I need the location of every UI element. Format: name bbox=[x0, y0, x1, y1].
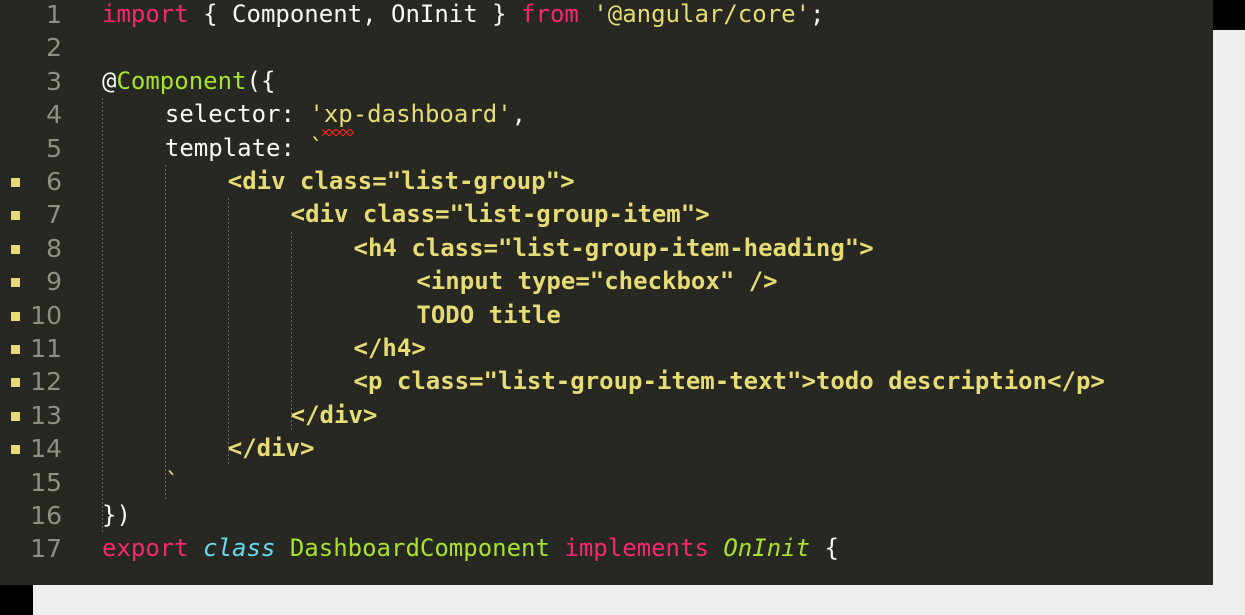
indent-guide bbox=[227, 198, 229, 466]
window-bottom-strip bbox=[0, 585, 1245, 615]
code-token: ` bbox=[309, 133, 324, 162]
code-token: import bbox=[102, 0, 189, 28]
code-token: ` bbox=[164, 467, 180, 496]
code-token: TODO title bbox=[416, 300, 561, 329]
code-token: </div> bbox=[290, 400, 378, 429]
code-token: Component bbox=[116, 66, 247, 95]
code-line[interactable]: }) bbox=[102, 499, 131, 532]
code-token: ; bbox=[810, 0, 825, 28]
code-token: class bbox=[203, 534, 276, 563]
code-line[interactable]: <div class="list-group-item"> bbox=[291, 198, 710, 231]
code-token: , bbox=[511, 100, 527, 129]
code-token: { Component, OnInit } bbox=[203, 0, 522, 28]
code-token: '@angular/core' bbox=[593, 0, 811, 28]
code-token: </h4> bbox=[353, 334, 426, 362]
code-token: selector: bbox=[164, 100, 310, 129]
scrollbar-top-marker[interactable] bbox=[1213, 0, 1245, 30]
code-line[interactable]: <p class="list-group-item-text">todo des… bbox=[354, 365, 1105, 398]
code-token: DashboardComponent bbox=[289, 534, 550, 563]
code-token: <p class="list-group-item-text">todo des… bbox=[353, 367, 1105, 396]
code-token: from bbox=[521, 0, 579, 28]
code-line[interactable]: template: ` bbox=[165, 132, 324, 165]
status-bar-left-block bbox=[0, 585, 33, 615]
code-token: ({ bbox=[246, 66, 276, 95]
code-token: template: bbox=[164, 133, 310, 162]
indent-guide bbox=[164, 165, 166, 499]
code-line[interactable]: export class DashboardComponent implemen… bbox=[102, 532, 839, 565]
code-line[interactable]: import { Component, OnInit } from '@angu… bbox=[102, 0, 825, 31]
code-token: </div> bbox=[227, 434, 315, 463]
code-token: @ bbox=[102, 66, 117, 95]
code-token: }) bbox=[102, 501, 131, 529]
code-line[interactable]: </div> bbox=[228, 432, 315, 465]
code-token: implements bbox=[564, 534, 709, 563]
code-line[interactable]: ` bbox=[165, 466, 179, 499]
code-line[interactable]: selector: 'xp-dashboard', bbox=[165, 98, 526, 131]
code-line[interactable]: @Component({ bbox=[102, 65, 275, 98]
indent-guide bbox=[102, 98, 103, 533]
code-line[interactable]: TODO title bbox=[416, 299, 561, 332]
code-area[interactable]: import { Component, OnInit } from '@angu… bbox=[0, 0, 1213, 585]
code-token: <input type="checkbox" /> bbox=[416, 267, 778, 296]
code-line[interactable]: </h4> bbox=[354, 332, 426, 365]
code-line[interactable]: <div class="list-group"> bbox=[228, 165, 575, 198]
code-line[interactable]: <h4 class="list-group-item-heading"> bbox=[354, 232, 874, 265]
error-squiggle[interactable] bbox=[322, 128, 354, 136]
code-line[interactable]: </div> bbox=[291, 399, 378, 432]
code-token: export bbox=[102, 534, 189, 563]
code-token: { bbox=[810, 534, 839, 563]
code-line[interactable]: <input type="checkbox" /> bbox=[416, 265, 777, 298]
code-editor[interactable]: 1 2 3 4 5 6 7 8 9 10 11 12 13 14 15 16 17 import { Compo… bbox=[0, 0, 1213, 585]
code-token: <h4 class="list-group-item-heading"> bbox=[353, 233, 874, 262]
editor-window: 1 2 3 4 5 6 7 8 9 10 11 12 13 14 15 16 17 import { Compo… bbox=[0, 0, 1245, 615]
code-token: <div class="list-group-item"> bbox=[290, 200, 710, 229]
code-token: 'xp-dashboard' bbox=[309, 100, 512, 129]
window-right-strip bbox=[1213, 0, 1245, 615]
code-token: OnInit bbox=[723, 534, 811, 563]
code-token: <div class="list-group"> bbox=[227, 167, 575, 195]
